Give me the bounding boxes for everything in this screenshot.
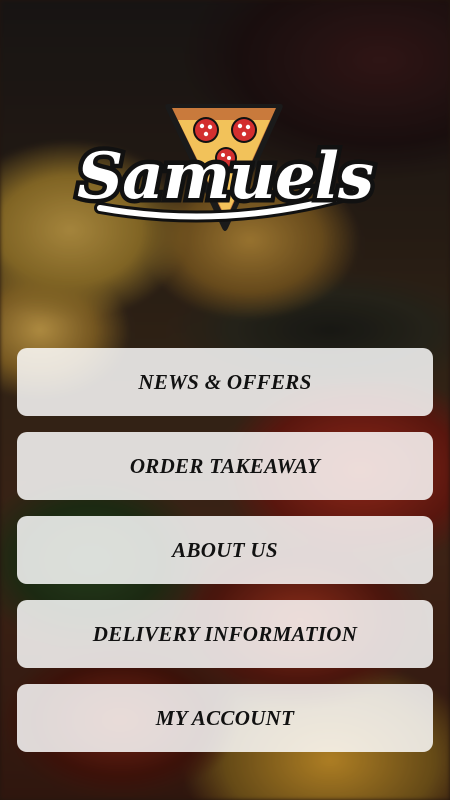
my-account-button[interactable]: MY ACCOUNT	[17, 684, 433, 752]
samuels-logo: Samuels	[60, 96, 390, 236]
delivery-information-label: DELIVERY INFORMATION	[92, 621, 358, 646]
pizza-slice-icon: Samuels	[73, 104, 379, 231]
main-menu: NEWS & OFFERS ORDER TAKEAWAY ABOUT US DE…	[17, 348, 433, 768]
about-us-button[interactable]: ABOUT US	[17, 516, 433, 584]
order-takeaway-button[interactable]: ORDER TAKEAWAY	[17, 432, 433, 500]
news-offers-label: NEWS & OFFERS	[138, 369, 312, 394]
app-screen: Samuels NEWS & OFFERS ORDER TAKEAWAY ABO…	[0, 0, 450, 800]
brand-name: Samuels	[77, 139, 373, 214]
news-offers-button[interactable]: NEWS & OFFERS	[17, 348, 433, 416]
my-account-label: MY ACCOUNT	[155, 705, 295, 730]
delivery-information-button[interactable]: DELIVERY INFORMATION	[17, 600, 433, 668]
about-us-label: ABOUT US	[172, 537, 278, 562]
order-takeaway-label: ORDER TAKEAWAY	[129, 453, 321, 478]
